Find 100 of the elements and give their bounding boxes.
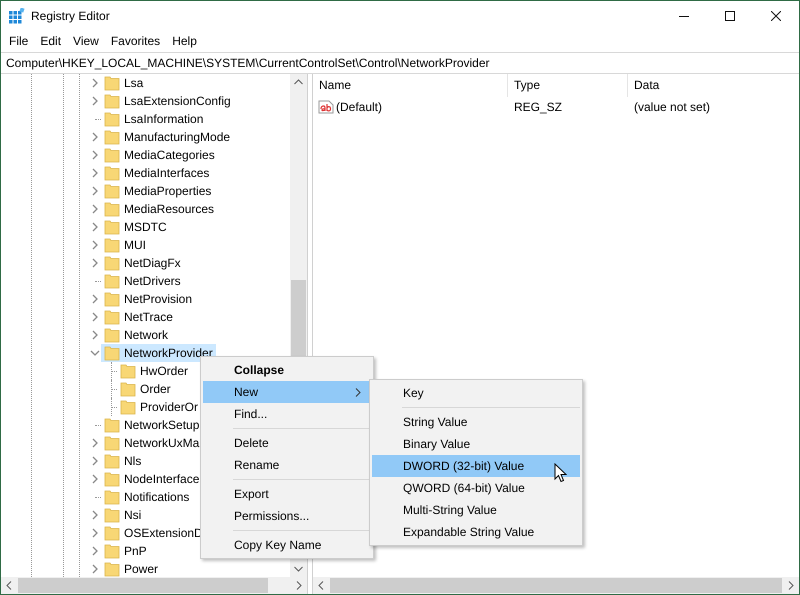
folder-icon: [104, 201, 120, 217]
scroll-up-icon[interactable]: [294, 79, 303, 85]
tree-item[interactable]: Nsi: [101, 506, 144, 524]
address-field[interactable]: Computer\HKEY_LOCAL_MACHINE\SYSTEM\CurrentControlSet\Control\NetworkProvider: [1, 52, 799, 74]
chevron-icon[interactable]: [90, 311, 100, 323]
folder-icon: [104, 435, 120, 451]
folder-icon: [104, 525, 120, 541]
tree-item[interactable]: Network: [101, 326, 172, 344]
tree-item[interactable]: LsaExtensionConfig: [101, 92, 234, 110]
chevron-icon[interactable]: [90, 167, 100, 179]
menu-item[interactable]: Collapse: [203, 359, 371, 381]
folder-icon: [104, 93, 120, 109]
tree-item[interactable]: Power: [101, 560, 162, 577]
folder-icon: [104, 345, 120, 361]
tree-item[interactable]: Nls: [101, 452, 144, 470]
folder-icon: [104, 507, 120, 523]
tree-item[interactable]: Lsa: [101, 74, 146, 92]
folder-icon: [104, 309, 120, 325]
tree-item[interactable]: NetProvision: [101, 290, 196, 308]
tree-item[interactable]: NetTrace: [101, 308, 176, 326]
menu-item[interactable]: Binary Value: [372, 433, 580, 455]
chevron-icon[interactable]: [90, 473, 100, 485]
tree-item[interactable]: LsaInformation: [101, 110, 206, 128]
scroll-down-icon[interactable]: [294, 566, 303, 572]
tree-item[interactable]: MediaCategories: [101, 146, 218, 164]
tree-item[interactable]: MSDTC: [101, 218, 170, 236]
scroll-thumb[interactable]: [18, 578, 268, 593]
maximize-icon: [725, 11, 735, 21]
menu-item[interactable]: DWORD (32-bit) Value: [372, 455, 580, 477]
menu-item[interactable]: Edit: [34, 34, 68, 48]
scroll-left-icon[interactable]: [318, 581, 324, 590]
chevron-icon[interactable]: [90, 239, 100, 251]
menu-item[interactable]: Rename: [203, 454, 371, 476]
menu-item[interactable]: File: [3, 34, 34, 48]
menu-item[interactable]: Help: [166, 34, 203, 48]
folder-icon: [104, 129, 120, 145]
folder-icon: [104, 111, 120, 127]
chevron-icon[interactable]: [90, 563, 100, 575]
chevron-icon[interactable]: [90, 185, 100, 197]
scroll-right-icon[interactable]: [296, 581, 302, 590]
folder-icon: [104, 453, 120, 469]
column-header[interactable]: Data: [628, 74, 799, 97]
menu-item[interactable]: Favorites: [104, 34, 166, 48]
menu-item[interactable]: Expandable String Value: [372, 521, 580, 543]
tree-item[interactable]: NodeInterface: [101, 470, 202, 488]
chevron-icon[interactable]: [90, 257, 100, 269]
chevron-icon[interactable]: [90, 221, 100, 233]
tree-item[interactable]: HwOrder: [117, 362, 192, 380]
scroll-right-icon[interactable]: [788, 581, 794, 590]
chevron-icon[interactable]: [90, 203, 100, 215]
folder-icon: [104, 255, 120, 271]
scroll-left-icon[interactable]: [6, 581, 12, 590]
chevron-icon[interactable]: [90, 131, 100, 143]
menu-item[interactable]: Copy Key Name: [203, 534, 371, 556]
menu-item[interactable]: Find...: [203, 403, 371, 425]
menu-item[interactable]: New: [203, 381, 371, 403]
chevron-icon[interactable]: [90, 509, 100, 521]
column-header[interactable]: Type: [508, 74, 628, 97]
tree-item[interactable]: NetworkSetup: [101, 416, 202, 434]
tree-item[interactable]: ProviderOr: [117, 398, 202, 416]
chevron-icon[interactable]: [90, 77, 100, 89]
column-header[interactable]: Name: [313, 74, 508, 97]
value-type: REG_SZ: [513, 100, 564, 114]
chevron-icon[interactable]: [90, 437, 100, 449]
tree-item[interactable]: Notifications: [101, 488, 192, 506]
horizontal-scrollbar[interactable]: [1, 577, 307, 594]
chevron-icon[interactable]: [90, 329, 100, 341]
menu-item[interactable]: Export: [203, 483, 371, 505]
tree-item[interactable]: ManufacturingMode: [101, 128, 234, 146]
horizontal-scrollbar[interactable]: [313, 577, 799, 594]
chevron-icon[interactable]: [90, 95, 100, 107]
chevron-icon[interactable]: [90, 149, 100, 161]
menu-item[interactable]: View: [67, 34, 105, 48]
value-name[interactable]: (Default): [336, 100, 382, 114]
chevron-icon[interactable]: [90, 293, 100, 305]
folder-icon: [104, 489, 120, 505]
menu-item[interactable]: Delete: [203, 432, 371, 454]
menu-item[interactable]: Multi-String Value: [372, 499, 580, 521]
window-title: Registry Editor: [31, 9, 110, 23]
chevron-icon[interactable]: [90, 455, 100, 467]
menu-item[interactable]: QWORD (64-bit) Value: [372, 477, 580, 499]
tree-item[interactable]: NetDrivers: [101, 272, 184, 290]
menu-item[interactable]: String Value: [372, 411, 580, 433]
tree-item[interactable]: MediaInterfaces: [101, 164, 212, 182]
tree-item[interactable]: MediaResources: [101, 200, 218, 218]
tree-item[interactable]: NetDiagFx: [101, 254, 184, 272]
tree-item[interactable]: MUI: [101, 236, 149, 254]
chevron-icon[interactable]: [90, 527, 100, 539]
tree-item[interactable]: Order: [117, 380, 174, 398]
registry-grid-icon: [9, 8, 25, 24]
folder-icon: [104, 417, 120, 433]
tree-item[interactable]: PnP: [101, 542, 150, 560]
chevron-icon[interactable]: [90, 545, 100, 557]
tree-item[interactable]: NetworkUxMa: [101, 434, 202, 452]
scroll-thumb[interactable]: [330, 578, 782, 593]
tree-item[interactable]: OSExtensionD: [101, 524, 206, 542]
menu-item[interactable]: Key: [372, 382, 580, 404]
tree-item[interactable]: MediaProperties: [101, 182, 214, 200]
tree-item[interactable]: NetworkProvider: [101, 344, 216, 362]
menu-item[interactable]: Permissions...: [203, 505, 371, 527]
